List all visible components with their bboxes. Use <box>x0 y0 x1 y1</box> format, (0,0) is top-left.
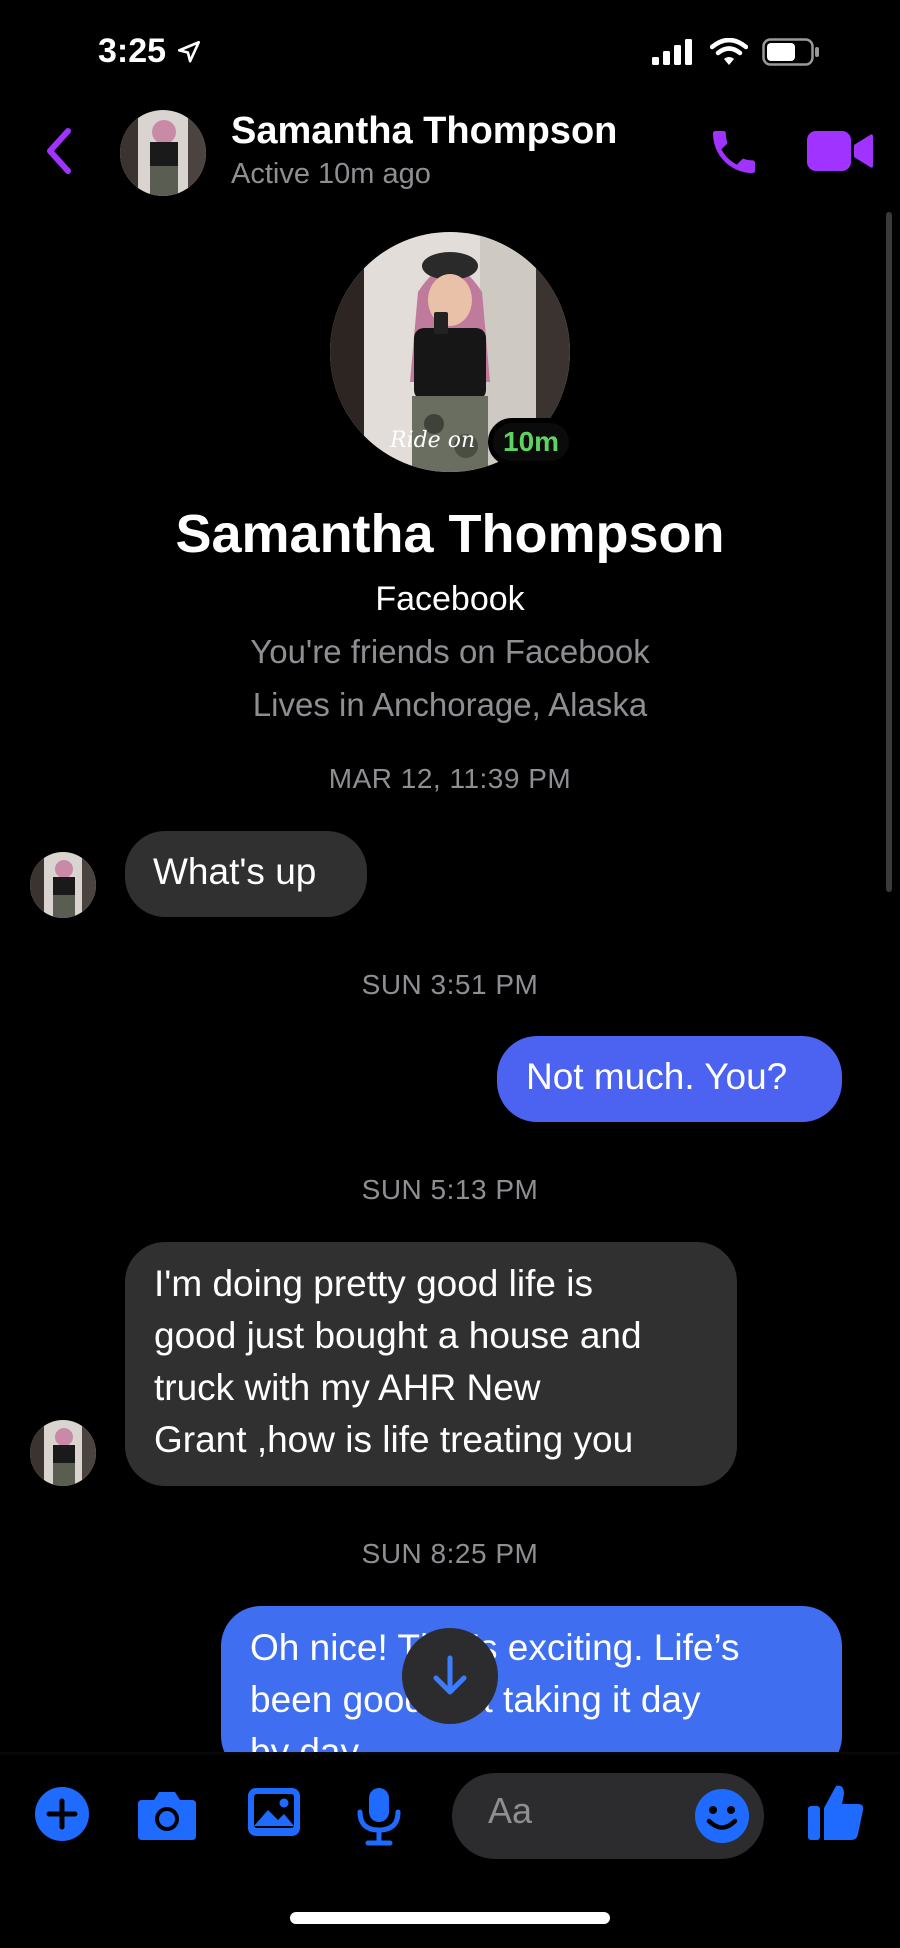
profile-name: Samantha Thompson <box>175 504 725 564</box>
thumbs-up-icon[interactable] <box>806 1782 866 1842</box>
header-avatar[interactable] <box>120 110 206 196</box>
avatar-photo <box>30 1420 96 1486</box>
message-text-line: good just bought a house and <box>154 1315 642 1356</box>
camera-icon[interactable] <box>136 1786 198 1842</box>
header-contact-name[interactable]: Samantha Thompson <box>231 110 617 153</box>
photo-gallery-icon[interactable] <box>246 1786 302 1838</box>
arrow-down-icon <box>433 1655 467 1695</box>
outgoing-message-bubble[interactable]: Oh nice! That’s exciting. Life’s been go… <box>221 1606 842 1776</box>
status-time-text: 3:25 <box>98 32 167 70</box>
phone-call-icon[interactable] <box>706 124 762 180</box>
profile-friends-line: You're friends on Facebook <box>250 633 650 670</box>
profile-location-line: Lives in Anchorage, Alaska <box>252 686 648 723</box>
battery-icon <box>762 38 819 66</box>
conversation-header: Samantha Thompson Active 10m ago <box>0 100 900 200</box>
photo-caption: Ride on <box>390 428 476 453</box>
active-badge: 10m <box>488 418 575 466</box>
wifi-icon <box>710 38 748 65</box>
incoming-message-bubble[interactable]: What's up <box>125 831 367 917</box>
message-input-placeholder: Aa <box>488 1790 533 1831</box>
signal-icon <box>652 39 692 65</box>
timestamp: SUN 5:13 PM <box>361 1174 539 1205</box>
plus-circle-icon[interactable] <box>34 1786 90 1842</box>
timestamp: MAR 12, 11:39 PM <box>328 763 572 794</box>
message-text: What's up <box>153 851 317 892</box>
message-text-line: been good just taking it day <box>250 1679 701 1720</box>
avatar-photo <box>120 110 206 196</box>
outgoing-message-bubble[interactable]: Not much. You? <box>497 1036 842 1122</box>
status-bar: 3:25 <box>0 0 900 110</box>
home-indicator[interactable] <box>290 1912 610 1924</box>
message-text: Not much. You? <box>526 1056 788 1097</box>
avatar-photo <box>30 852 96 918</box>
status-time: 3:25 <box>98 32 202 71</box>
scroll-to-bottom-button[interactable] <box>402 1628 498 1724</box>
location-arrow-icon <box>178 40 201 63</box>
message-text-line: truck with my AHR New <box>154 1367 541 1408</box>
message-text-line: I'm doing pretty good life is <box>154 1263 593 1304</box>
timestamp: SUN 3:51 PM <box>361 969 539 1000</box>
message-avatar[interactable] <box>30 852 96 918</box>
emoji-icon[interactable] <box>694 1788 750 1844</box>
timestamp: SUN 8:25 PM <box>361 1538 539 1569</box>
message-text-line: Grant ,how is life treating you <box>154 1419 634 1460</box>
microphone-icon[interactable] <box>356 1786 402 1846</box>
header-active-status: Active 10m ago <box>231 158 431 190</box>
profile-platform: Facebook <box>375 580 525 618</box>
message-text-line: Oh nice! That’s exciting. Life’s <box>250 1627 740 1668</box>
incoming-message-bubble[interactable]: I'm doing pretty good life is good just … <box>125 1242 737 1486</box>
video-call-icon[interactable] <box>807 128 873 174</box>
back-chevron-icon[interactable] <box>40 126 80 176</box>
message-avatar[interactable] <box>30 1420 96 1486</box>
